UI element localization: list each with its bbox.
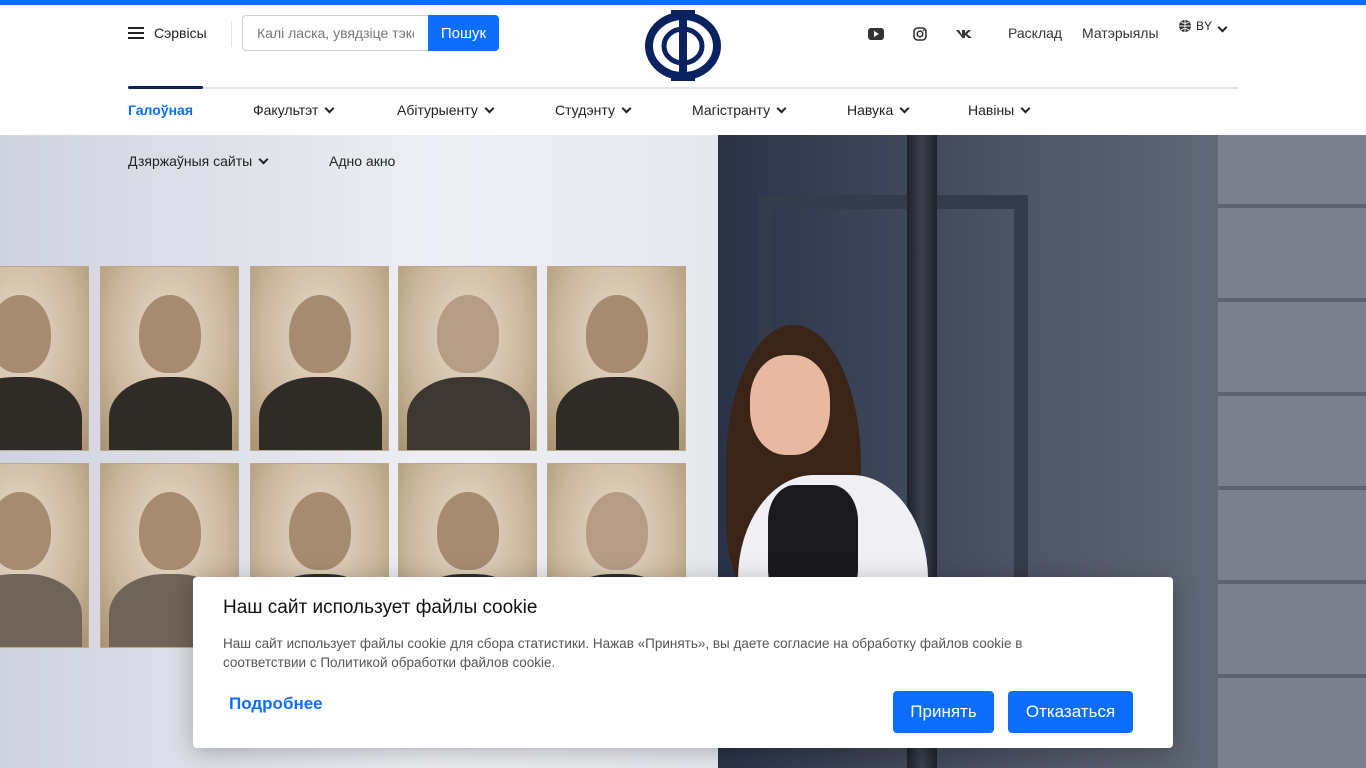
portrait — [100, 266, 239, 451]
header-divider — [231, 21, 232, 47]
gov-sites-label: Дзяржаўныя сайты — [128, 153, 253, 169]
vk-icon[interactable] — [954, 26, 974, 42]
chevron-down-icon — [1020, 103, 1031, 113]
student-face — [750, 355, 830, 455]
search-form: Пошук — [242, 15, 499, 51]
building-wall — [1218, 135, 1366, 768]
chevron-down-icon — [1217, 22, 1228, 33]
services-menu-button[interactable]: Сэрвісы — [128, 25, 207, 41]
cookie-text: Наш сайт использует файлы cookie для сбо… — [223, 636, 1023, 670]
nav-item-student[interactable]: Студэнту — [555, 102, 632, 118]
chevron-down-icon — [484, 103, 495, 113]
cookie-more-link[interactable]: Подробнее — [229, 694, 323, 714]
services-label: Сэрвісы — [154, 25, 207, 41]
nav-item-label: Навіны — [968, 102, 1015, 118]
globe-icon — [1179, 20, 1191, 32]
portrait — [0, 463, 89, 648]
chevron-down-icon — [776, 103, 787, 113]
chevron-down-icon — [899, 103, 910, 113]
nav-item-home[interactable]: Галоўная — [128, 102, 193, 118]
portrait — [0, 266, 89, 451]
nav-divider — [128, 87, 1238, 89]
faculty-logo[interactable] — [643, 8, 723, 84]
search-button[interactable]: Пошук — [428, 15, 499, 51]
nav-item-news[interactable]: Навіны — [968, 102, 1031, 118]
nav-item-label: Магістранту — [692, 102, 771, 118]
instagram-icon[interactable] — [910, 26, 930, 42]
portrait — [250, 266, 389, 451]
language-label: BY — [1196, 19, 1213, 33]
nav-item-master[interactable]: Магістранту — [692, 102, 787, 118]
schedule-link[interactable]: Расклад — [1008, 25, 1062, 41]
nav-item-label: Факультэт — [253, 102, 319, 118]
language-selector[interactable]: BY — [1178, 19, 1228, 33]
chevron-down-icon — [258, 154, 269, 164]
chevron-down-icon — [324, 103, 335, 113]
chevron-down-icon — [621, 103, 632, 113]
nav-item-label: Навука — [847, 102, 894, 118]
gov-sites-dropdown[interactable]: Дзяржаўныя сайты — [128, 153, 269, 169]
cookie-title: Наш сайт использует файлы cookie — [223, 597, 538, 618]
cookie-accept-button[interactable]: Принять — [893, 691, 994, 733]
youtube-icon[interactable] — [866, 26, 886, 42]
hamburger-icon — [128, 27, 144, 39]
one-window-label: Адно акно — [329, 153, 396, 169]
search-input[interactable] — [242, 15, 428, 51]
materials-link[interactable]: Матэрыялы — [1082, 25, 1159, 41]
portrait — [398, 266, 537, 451]
nav-item-faculty[interactable]: Факультэт — [253, 102, 335, 118]
active-tab-indicator — [128, 86, 203, 89]
site-header: Сэрвісы Пошук Расклад Матэрыялы BY Галоў… — [0, 5, 1366, 135]
nav-item-science[interactable]: Навука — [847, 102, 910, 118]
nav-item-label: Галоўная — [128, 102, 193, 118]
cookie-decline-button[interactable]: Отказаться — [1008, 691, 1133, 733]
nav-item-label: Абітурыенту — [397, 102, 478, 118]
cookie-banner: Наш сайт использует файлы cookie Наш сай… — [193, 577, 1173, 748]
nav-item-applicant[interactable]: Абітурыенту — [397, 102, 495, 118]
portrait — [547, 266, 686, 451]
social-links — [866, 26, 974, 42]
one-window-link[interactable]: Адно акно — [329, 153, 395, 169]
nav-item-label: Студэнту — [555, 102, 615, 118]
